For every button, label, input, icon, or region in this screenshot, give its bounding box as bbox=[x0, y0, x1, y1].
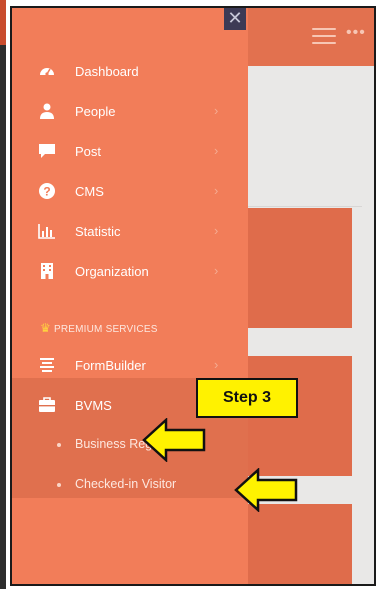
comment-icon bbox=[39, 144, 55, 158]
person-icon bbox=[40, 103, 54, 119]
nav-item-label: FormBuilder bbox=[75, 358, 146, 373]
bar-chart-icon bbox=[38, 224, 55, 239]
premium-services-heading: ♛ PREMIUM SERVICES bbox=[40, 321, 158, 335]
bullet-icon bbox=[57, 443, 61, 447]
nav-item-label: Organization bbox=[75, 264, 149, 279]
bullet-icon bbox=[57, 483, 61, 487]
svg-text:?: ? bbox=[43, 185, 50, 199]
briefcase-icon bbox=[39, 397, 55, 412]
nav-item-label: Dashboard bbox=[75, 64, 139, 79]
nav-item-label: Post bbox=[75, 144, 102, 159]
nav-item-dashboard[interactable]: Dashboard bbox=[12, 52, 248, 92]
chevron-right-icon: › bbox=[214, 183, 219, 198]
nav-item-statistic[interactable]: Statistic › bbox=[12, 212, 248, 252]
chevron-right-icon: › bbox=[214, 357, 219, 372]
question-circle-icon: ? bbox=[39, 183, 55, 199]
dashboard-gauge-icon bbox=[40, 68, 54, 76]
chevron-right-icon: › bbox=[214, 103, 219, 118]
nav-item-label: People bbox=[75, 104, 116, 119]
nav-item-people[interactable]: People › bbox=[12, 92, 248, 132]
nav-item-organization[interactable]: Organization › bbox=[12, 252, 248, 292]
more-options-icon[interactable]: ••• bbox=[346, 24, 366, 42]
left-arrow-annotation-icon bbox=[142, 418, 206, 462]
sub-item-label: Checked-in Visitor bbox=[75, 477, 177, 491]
close-icon: ✕ bbox=[227, 8, 243, 28]
content-card[interactable] bbox=[242, 208, 352, 328]
chevron-right-icon: › bbox=[214, 223, 219, 238]
nav-item-label: Statistic bbox=[75, 224, 121, 239]
nav-item-label: BVMS bbox=[75, 398, 112, 413]
crown-icon: ♛ bbox=[40, 321, 51, 335]
step-annotation-label: Step 3 bbox=[196, 378, 298, 418]
left-arrow-annotation-icon bbox=[234, 468, 298, 512]
chevron-right-icon: › bbox=[214, 263, 219, 278]
hamburger-menu-icon[interactable] bbox=[312, 28, 336, 44]
sub-item-business-registrations[interactable]: Business Registrations bbox=[12, 428, 248, 462]
navigation-drawer: ✕ Dashboard People › Post › ? CMS › Stat… bbox=[12, 8, 248, 584]
nav-item-cms[interactable]: ? CMS › bbox=[12, 172, 248, 212]
content-divider bbox=[242, 206, 362, 207]
adjacent-panel-edge bbox=[0, 0, 6, 589]
content-card[interactable] bbox=[242, 504, 352, 584]
close-drawer-button[interactable]: ✕ bbox=[224, 8, 246, 30]
sub-item-checked-in-visitor[interactable]: Checked-in Visitor bbox=[12, 468, 248, 502]
phone-screen: ••• ✕ Dashboard People › Post › ? CMS › … bbox=[10, 6, 376, 586]
building-icon bbox=[41, 263, 53, 279]
chevron-right-icon: › bbox=[214, 143, 219, 158]
form-lines-icon bbox=[40, 358, 54, 372]
nav-item-post[interactable]: Post › bbox=[12, 132, 248, 172]
nav-item-label: CMS bbox=[75, 184, 104, 199]
